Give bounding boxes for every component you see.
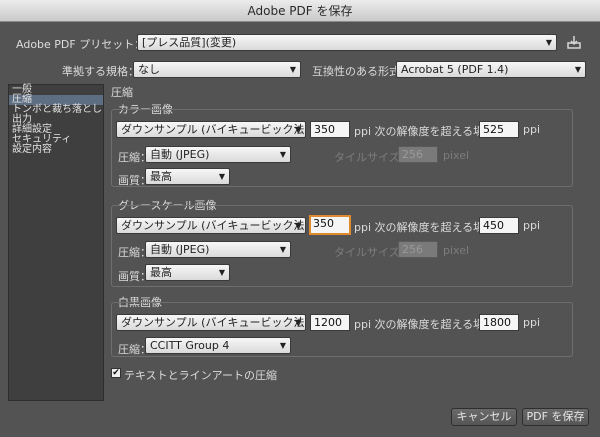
color-tile-unit: pixel	[443, 149, 470, 162]
color-threshold-input[interactable]: 525	[479, 121, 519, 138]
chevron-down-icon: ▼	[545, 38, 552, 47]
color-method-value: ダウンサンプル (バイキュービック法)	[121, 123, 306, 136]
save-pdf-button[interactable]: PDF を保存	[522, 408, 589, 426]
gray-method-value: ダウンサンプル (バイキュービック法)	[121, 219, 306, 232]
save-preset-icon[interactable]	[566, 34, 582, 50]
mono-ppi-label: ppi 次の解像度を超える場合	[354, 318, 496, 331]
mono-threshold-unit: ppi	[523, 316, 541, 329]
mono-ppi-input[interactable]: 1200	[310, 314, 350, 331]
mono-method-dropdown[interactable]: ダウンサンプル (バイキュービック法) ▼	[116, 314, 306, 331]
gray-quality-dropdown[interactable]: 最高 ▼	[145, 264, 230, 281]
cancel-button[interactable]: キャンセル	[451, 408, 517, 426]
sidebar-item-summary[interactable]: 設定内容	[9, 145, 103, 155]
gray-threshold-input[interactable]: 450	[479, 217, 519, 234]
preset-label: Adobe PDF プリセット：	[16, 38, 146, 51]
chevron-down-icon: ▼	[574, 65, 581, 74]
sidebar: 一般 圧縮 トンボと裁ち落とし 出力 詳細設定 セキュリティ 設定内容	[8, 84, 104, 401]
chevron-down-icon: ▼	[218, 172, 225, 181]
chevron-down-icon: ▼	[294, 125, 301, 134]
preset-dropdown[interactable]: [プレス品質](変更) ▼	[137, 34, 557, 51]
section-title: 圧縮	[111, 86, 133, 99]
color-quality-dropdown[interactable]: 最高 ▼	[145, 168, 230, 185]
color-ppi-input[interactable]: 350	[310, 121, 350, 138]
color-ppi-label: ppi 次の解像度を超える場合	[354, 125, 496, 138]
color-method-dropdown[interactable]: ダウンサンプル (バイキュービック法) ▼	[116, 121, 306, 138]
text-art-label: テキストとラインアートの圧縮	[124, 369, 278, 382]
color-compress-dropdown[interactable]: 自動 (JPEG) ▼	[145, 146, 291, 163]
chevron-down-icon: ▼	[279, 150, 286, 159]
text-art-checkbox[interactable]: ✔	[111, 368, 121, 378]
mono-method-value: ダウンサンプル (バイキュービック法)	[121, 316, 306, 329]
compat-value: Acrobat 5 (PDF 1.4)	[401, 63, 509, 76]
standard-label: 準拠する規格：	[62, 65, 139, 78]
color-threshold-unit: ppi	[523, 123, 541, 136]
mono-threshold-input[interactable]: 1800	[479, 314, 519, 331]
gray-threshold-unit: ppi	[523, 219, 541, 232]
color-quality-value: 最高	[150, 170, 172, 183]
standard-dropdown[interactable]: なし ▼	[133, 61, 301, 78]
gray-compress-value: 自動 (JPEG)	[150, 243, 210, 256]
color-compress-value: 自動 (JPEG)	[150, 148, 210, 161]
preset-value: [プレス品質](変更)	[142, 36, 237, 49]
compat-dropdown[interactable]: Acrobat 5 (PDF 1.4) ▼	[396, 61, 586, 78]
gray-method-dropdown[interactable]: ダウンサンプル (バイキュービック法) ▼	[116, 217, 306, 234]
chevron-down-icon: ▼	[218, 268, 225, 277]
checkmark-icon: ✔	[112, 368, 120, 378]
gray-tile-input[interactable]: 256	[398, 241, 438, 258]
color-tile-input[interactable]: 256	[398, 146, 438, 163]
gray-compress-dropdown[interactable]: 自動 (JPEG) ▼	[145, 241, 291, 258]
standard-value: なし	[138, 63, 160, 76]
mono-compress-dropdown[interactable]: CCITT Group 4 ▼	[145, 337, 291, 354]
chevron-down-icon: ▼	[279, 245, 286, 254]
window-title: Adobe PDF を保存	[0, 0, 600, 22]
gray-quality-value: 最高	[150, 266, 172, 279]
chevron-down-icon: ▼	[279, 341, 286, 350]
chevron-down-icon: ▼	[294, 221, 301, 230]
chevron-down-icon: ▼	[294, 318, 301, 327]
chevron-down-icon: ▼	[289, 65, 296, 74]
mono-compress-value: CCITT Group 4	[150, 339, 230, 352]
gray-ppi-label: ppi 次の解像度を超える場合	[354, 221, 496, 234]
gray-ppi-input[interactable]: 350	[309, 215, 351, 235]
gray-tile-unit: pixel	[443, 244, 470, 257]
